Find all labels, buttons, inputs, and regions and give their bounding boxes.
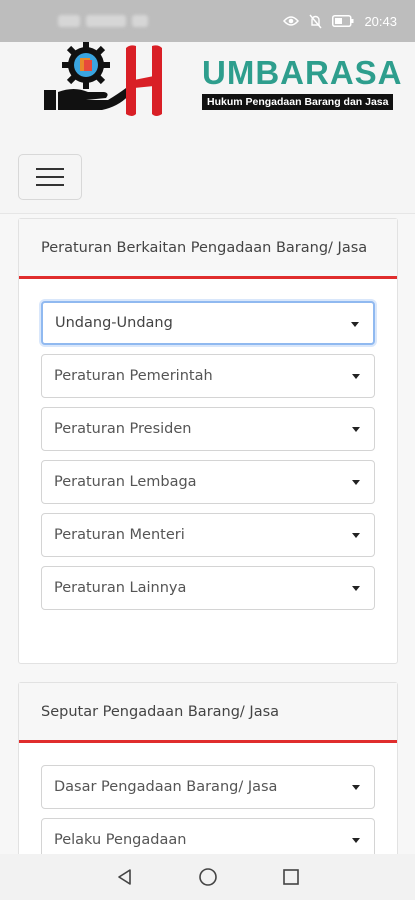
brand-name: UMBARASA <box>202 54 403 91</box>
select-label: Peraturan Presiden <box>54 421 192 437</box>
procurement-card: Seputar Pengadaan Barang/ Jasa Dasar Pen… <box>18 682 398 854</box>
back-icon[interactable] <box>116 868 134 886</box>
notification-icons <box>58 13 148 29</box>
system-nav-bar <box>0 854 415 900</box>
select-label: Pelaku Pengadaan <box>54 832 187 848</box>
logo-emblem-icon <box>44 42 162 117</box>
wifi-icon <box>132 15 148 27</box>
select-pelaku-pengadaan[interactable]: Pelaku Pengadaan <box>41 818 375 854</box>
select-label: Peraturan Lainnya <box>54 580 187 596</box>
caret-down-icon <box>351 322 359 327</box>
regulations-card: Peraturan Berkaitan Pengadaan Barang/ Ja… <box>18 218 398 664</box>
card-title: Peraturan Berkaitan Pengadaan Barang/ Ja… <box>19 219 397 279</box>
app-header: UMBARASA Hukum Pengadaan Barang dan Jasa <box>0 42 415 214</box>
recents-icon[interactable] <box>282 868 300 886</box>
status-bar: 20:43 <box>0 0 415 42</box>
battery-icon <box>332 15 354 27</box>
clock: 20:43 <box>364 13 397 29</box>
caret-down-icon <box>352 374 360 379</box>
select-label: Undang-Undang <box>55 315 173 331</box>
eye-icon <box>283 16 300 26</box>
caret-down-icon <box>352 480 360 485</box>
brand-tagline: Hukum Pengadaan Barang dan Jasa <box>202 94 394 110</box>
select-undang-undang[interactable]: Undang-Undang <box>41 301 375 345</box>
site-logo[interactable]: UMBARASA Hukum Pengadaan Barang dan Jasa <box>40 42 402 118</box>
select-label: Peraturan Pemerintah <box>54 368 213 384</box>
select-label: Peraturan Lembaga <box>54 474 197 490</box>
caret-down-icon <box>352 533 360 538</box>
caret-down-icon <box>352 785 360 790</box>
select-peraturan-pemerintah[interactable]: Peraturan Pemerintah <box>41 354 375 398</box>
select-label: Peraturan Menteri <box>54 527 185 543</box>
caret-down-icon <box>352 838 360 843</box>
select-peraturan-presiden[interactable]: Peraturan Presiden <box>41 407 375 451</box>
menu-toggle-button[interactable] <box>18 154 82 200</box>
mute-bell-icon <box>309 14 322 28</box>
home-icon[interactable] <box>198 867 218 887</box>
select-dasar-pengadaan[interactable]: Dasar Pengadaan Barang/ Jasa <box>41 765 375 809</box>
select-label: Dasar Pengadaan Barang/ Jasa <box>54 779 278 795</box>
select-peraturan-menteri[interactable]: Peraturan Menteri <box>41 513 375 557</box>
card-title: Seputar Pengadaan Barang/ Jasa <box>19 683 397 743</box>
signal-icon <box>58 15 80 27</box>
select-peraturan-lainnya[interactable]: Peraturan Lainnya <box>41 566 375 610</box>
caret-down-icon <box>352 586 360 591</box>
main-content[interactable]: Peraturan Berkaitan Pengadaan Barang/ Ja… <box>0 214 415 854</box>
caret-down-icon <box>352 427 360 432</box>
hamburger-icon <box>36 168 64 170</box>
select-peraturan-lembaga[interactable]: Peraturan Lembaga <box>41 460 375 504</box>
carrier-icon <box>86 15 126 27</box>
